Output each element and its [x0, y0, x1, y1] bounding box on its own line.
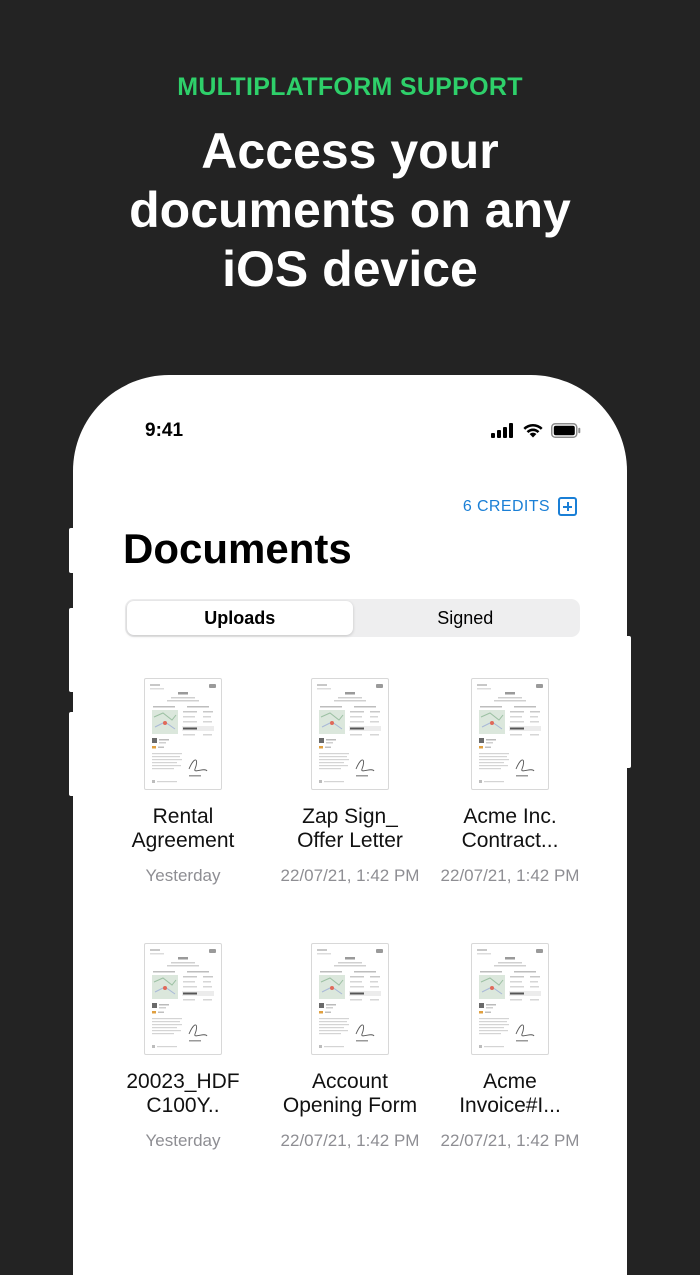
status-icons [491, 422, 581, 438]
credits-label: 6 CREDITS [462, 497, 550, 515]
document-name: Account Opening Form [265, 1070, 435, 1118]
document-name-line: Zap Sign_ [302, 805, 398, 828]
cellular-signal-icon [491, 422, 513, 438]
segment-signed[interactable]: Signed [353, 601, 579, 635]
credits-button[interactable]: 6 CREDITS [463, 497, 577, 516]
document-name-line: Agreement [131, 829, 235, 852]
hero-headline-line: iOS device [222, 241, 478, 297]
document-thumbnail [471, 678, 549, 790]
document-thumbnail [311, 943, 389, 1055]
document-name-line: Acme Inc. [463, 805, 557, 828]
document-date: 22/07/21, 1:42 PM [440, 1131, 580, 1150]
document-thumbnail [144, 943, 222, 1055]
document-date: 22/07/21, 1:42 PM [440, 866, 580, 885]
document-preview-icon [477, 949, 543, 1048]
hero-tagline: MULTIPLATFORM SUPPORT [177, 73, 523, 101]
document-name-line: Invoice#I... [459, 1094, 561, 1117]
document-name-line: Rental [152, 805, 214, 828]
document-preview-icon [317, 684, 383, 783]
document-thumbnail [471, 943, 549, 1055]
document-date: Yesterday [145, 1131, 221, 1150]
segmented-control: Uploads Signed [125, 599, 580, 637]
document-name: Acme Inc. Contract... [425, 805, 595, 853]
document-preview-icon [150, 684, 216, 783]
document-name: 20023_HDF C100Y.. [98, 1070, 268, 1118]
document-name: Acme Invoice#I... [425, 1070, 595, 1118]
status-bar: 9:41 [73, 418, 627, 446]
document-name-line: 20023_HDF [126, 1070, 240, 1093]
document-name-line: Offer Letter [297, 829, 403, 852]
document-name: Rental Agreement [98, 805, 268, 853]
document-name-line: Contract... [461, 829, 559, 852]
hero-headline-line: documents on any [129, 182, 571, 238]
hero-headline: Access your documents on any iOS device [0, 122, 700, 299]
document-preview-icon [317, 949, 383, 1048]
status-time: 9:41 [145, 420, 184, 441]
phone-screen: 9:41 6 CREDITS Documents Uploads Signed … [73, 375, 627, 1275]
document-name: Zap Sign_ Offer Letter [265, 805, 435, 853]
wifi-icon [523, 423, 543, 438]
segment-uploads[interactable]: Uploads [127, 601, 353, 635]
document-name-line: C100Y.. [146, 1094, 220, 1117]
document-name-line: Opening Form [282, 1094, 418, 1117]
document-thumbnail [311, 678, 389, 790]
document-date: Yesterday [145, 866, 221, 885]
document-preview-icon [477, 684, 543, 783]
hero-headline-line: Access your [201, 123, 499, 179]
battery-icon [551, 422, 581, 438]
plus-square-icon [558, 497, 577, 516]
document-preview-icon [150, 949, 216, 1048]
document-thumbnail [144, 678, 222, 790]
document-name-line: Acme [483, 1070, 537, 1093]
document-name-line: Account [312, 1070, 388, 1093]
page-title: Documents [123, 525, 352, 572]
